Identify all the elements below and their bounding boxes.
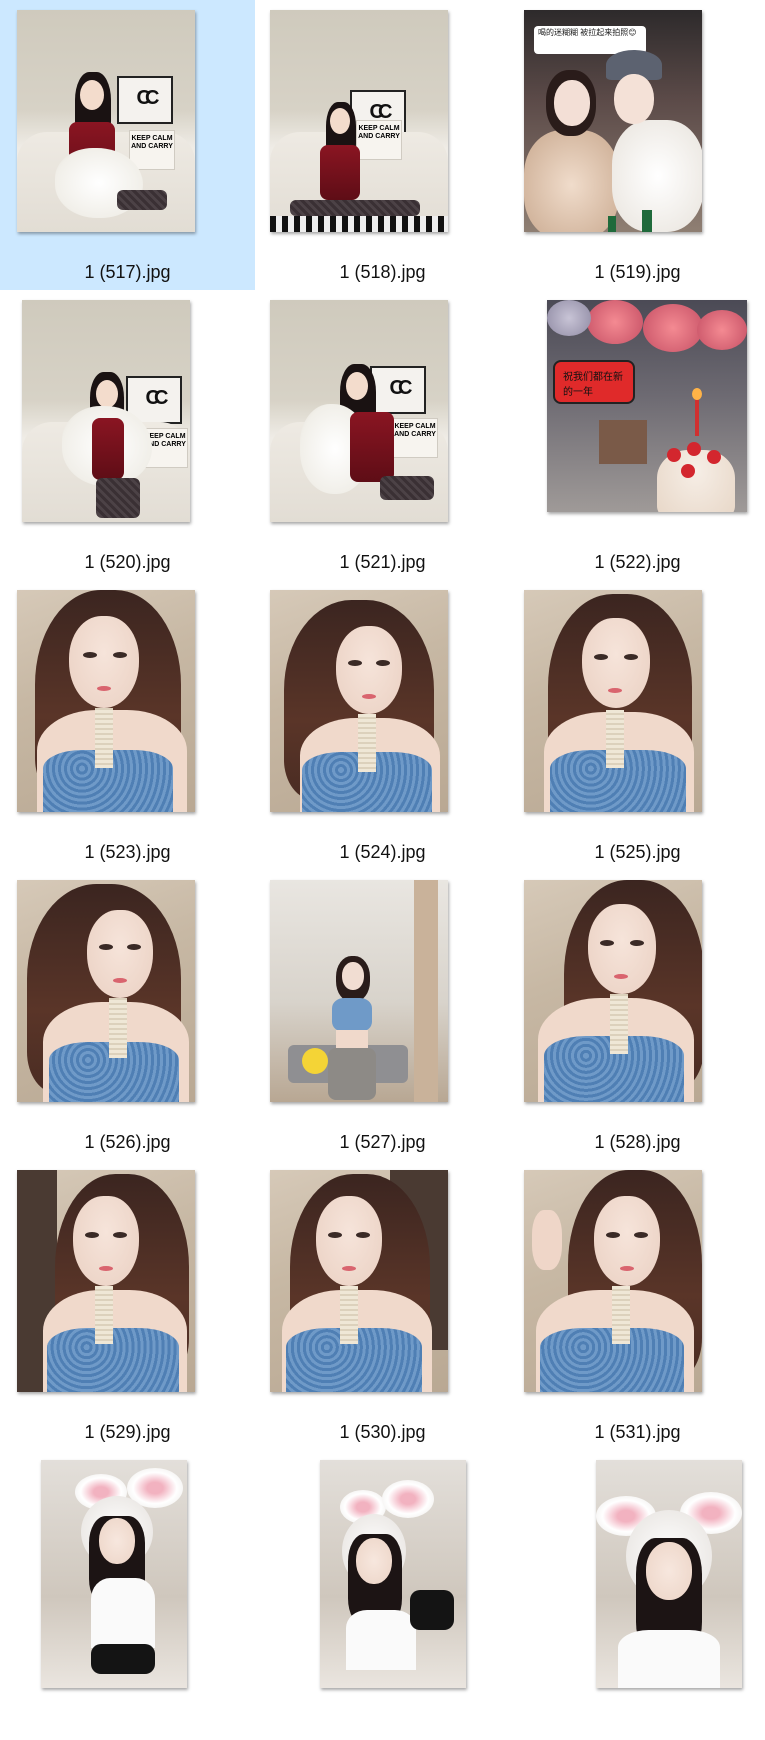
thumbnail-image[interactable] — [596, 1460, 742, 1688]
file-tile[interactable]: 1 (531).jpg — [510, 1160, 765, 1450]
file-tile[interactable]: KEEP CALM AND CARRY 1 (521).jpg — [255, 290, 510, 580]
file-tile[interactable] — [0, 1450, 255, 1740]
file-tile[interactable]: 喝的迷糊糊 被拉起来拍照😊 1 (519).jpg — [510, 0, 765, 290]
thumbnail-image[interactable] — [524, 880, 702, 1102]
thumbnail-image[interactable]: KEEP CALM AND CARRY — [270, 10, 448, 232]
file-tile[interactable]: 1 (525).jpg — [510, 580, 765, 870]
thumbnail-image[interactable] — [524, 1170, 702, 1392]
file-name: 1 (518).jpg — [339, 262, 426, 282]
file-tile[interactable]: 1 (527).jpg — [255, 870, 510, 1160]
thumbnail-image[interactable] — [17, 590, 195, 812]
file-name: 1 (525).jpg — [594, 842, 681, 862]
file-name: 1 (520).jpg — [84, 552, 171, 572]
file-name: 1 (531).jpg — [594, 1422, 681, 1442]
thumbnail-image[interactable] — [17, 880, 195, 1102]
file-name: 1 (526).jpg — [84, 1132, 171, 1152]
file-name: 1 (528).jpg — [594, 1132, 681, 1152]
file-tile[interactable]: 1 (530).jpg — [255, 1160, 510, 1450]
thumbnail-image[interactable] — [270, 880, 448, 1102]
file-tile[interactable]: KEEP CALM AND CARRY 1 (520).jpg — [0, 290, 255, 580]
file-name: 1 (517).jpg — [84, 262, 171, 282]
file-name: 1 (529).jpg — [84, 1422, 171, 1442]
file-tile[interactable]: 1 (526).jpg — [0, 870, 255, 1160]
thumbnail-image[interactable] — [41, 1460, 187, 1688]
thumbnail-image[interactable]: 喝的迷糊糊 被拉起来拍照😊 — [524, 10, 702, 232]
thumbnail-image[interactable] — [17, 1170, 195, 1392]
thumbnail-image[interactable]: KEEP CALM AND CARRY — [22, 300, 190, 522]
file-tile[interactable]: 祝我们都在新的一年 1 (522).jpg — [510, 290, 765, 580]
file-tile[interactable]: KEEP CALM AND CARRY 1 (517).jpg — [0, 0, 255, 290]
file-tile[interactable]: 1 (523).jpg — [0, 580, 255, 870]
file-name: 1 (521).jpg — [339, 552, 426, 572]
file-name: 1 (519).jpg — [594, 262, 681, 282]
file-tile[interactable] — [255, 1450, 510, 1740]
file-tile[interactable]: 1 (524).jpg — [255, 580, 510, 870]
thumbnail-image[interactable] — [524, 590, 702, 812]
thumbnail-image[interactable] — [270, 1170, 448, 1392]
thumbnail-grid: KEEP CALM AND CARRY 1 (517).jpg KEEP CAL… — [0, 0, 765, 1713]
thumbnail-image[interactable]: 祝我们都在新的一年 — [547, 300, 747, 512]
file-name: 1 (524).jpg — [339, 842, 426, 862]
thumbnail-image[interactable]: KEEP CALM AND CARRY — [17, 10, 195, 232]
file-tile[interactable]: 1 (528).jpg — [510, 870, 765, 1160]
file-tile[interactable]: 1 (529).jpg — [0, 1160, 255, 1450]
file-tile[interactable]: KEEP CALM AND CARRY 1 (518).jpg — [255, 0, 510, 290]
file-name: 1 (523).jpg — [84, 842, 171, 862]
thumbnail-image[interactable] — [270, 590, 448, 812]
file-name: 1 (530).jpg — [339, 1422, 426, 1442]
thumbnail-image[interactable]: KEEP CALM AND CARRY — [270, 300, 448, 522]
file-name: 1 (527).jpg — [339, 1132, 426, 1152]
file-tile[interactable] — [510, 1450, 765, 1740]
thumbnail-image[interactable] — [320, 1460, 466, 1688]
file-name: 1 (522).jpg — [594, 552, 681, 572]
